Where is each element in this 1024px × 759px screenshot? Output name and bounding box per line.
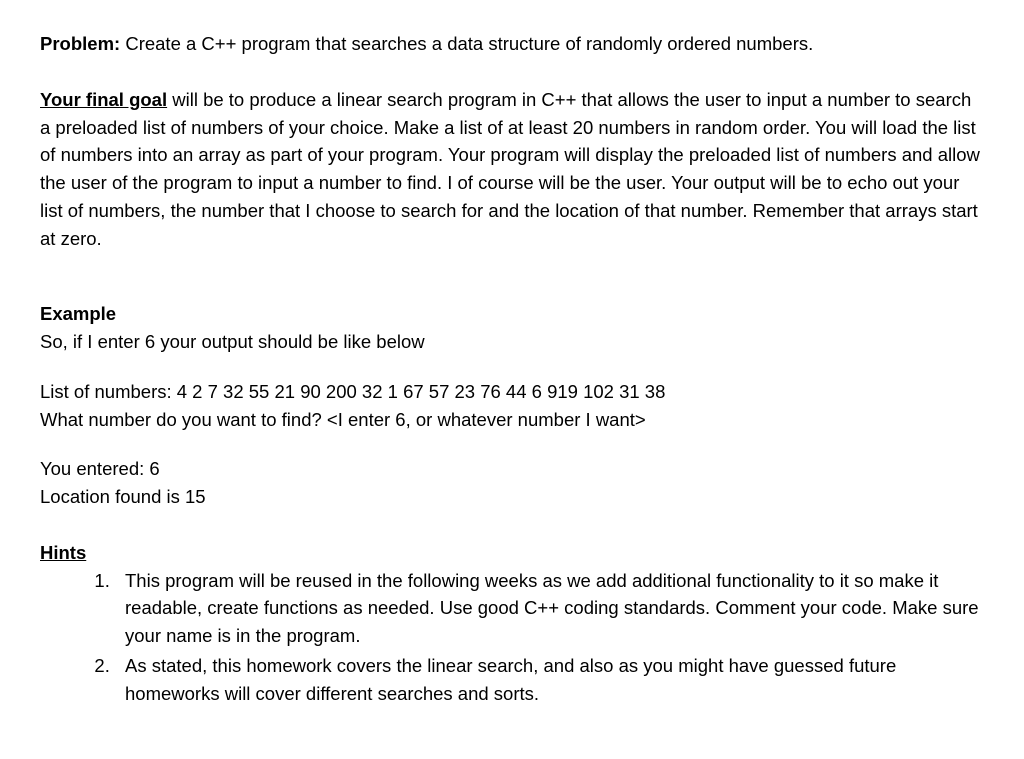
hint-item: As stated, this homework covers the line… — [115, 652, 984, 708]
example-heading: Example — [40, 300, 984, 328]
problem-section: Problem: Create a C++ program that searc… — [40, 30, 984, 58]
goal-paragraph: Your final goal will be to produce a lin… — [40, 86, 984, 253]
hints-section: Hints This program will be reused in the… — [40, 539, 984, 708]
example-intro: So, if I enter 6 your output should be l… — [40, 328, 984, 356]
hints-list: This program will be reused in the follo… — [40, 567, 984, 708]
example-entered-line: You entered: 6 — [40, 455, 984, 483]
example-output-1: List of numbers: 4 2 7 32 55 21 90 200 3… — [40, 378, 984, 434]
hint-item: This program will be reused in the follo… — [115, 567, 984, 650]
goal-label: Your final goal — [40, 89, 167, 110]
example-prompt-line: What number do you want to find? <I ente… — [40, 406, 984, 434]
problem-paragraph: Problem: Create a C++ program that searc… — [40, 30, 984, 58]
hints-heading: Hints — [40, 539, 984, 567]
example-location-line: Location found is 15 — [40, 483, 984, 511]
problem-label: Problem: — [40, 33, 120, 54]
goal-section: Your final goal will be to produce a lin… — [40, 86, 984, 253]
example-list-line: List of numbers: 4 2 7 32 55 21 90 200 3… — [40, 378, 984, 406]
problem-text: Create a C++ program that searches a dat… — [120, 33, 813, 54]
example-output-2: You entered: 6 Location found is 15 — [40, 455, 984, 511]
goal-text: will be to produce a linear search progr… — [40, 89, 980, 249]
example-section: Example So, if I enter 6 your output sho… — [40, 300, 984, 356]
